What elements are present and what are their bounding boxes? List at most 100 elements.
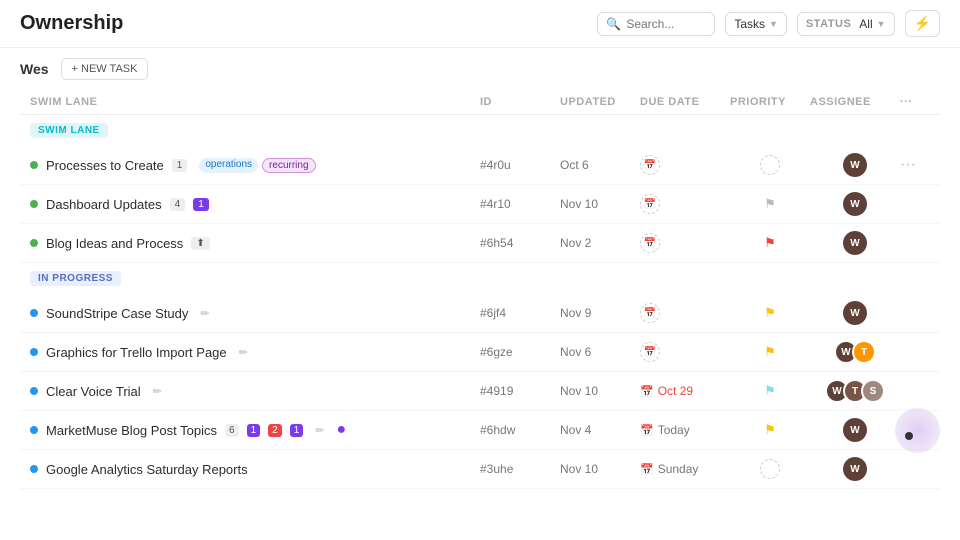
red-flag-icon: ⚑ xyxy=(764,235,776,251)
task-name: Dashboard Updates xyxy=(46,197,162,212)
yellow-flag-icon: ⚑ xyxy=(764,344,776,360)
calendar-icon: 📅 xyxy=(640,385,654,398)
purple-avatar-icon: ● xyxy=(336,421,346,439)
in-progress-badge: IN PROGRESS xyxy=(30,271,121,286)
avatar: S xyxy=(861,379,885,403)
table-row[interactable]: SoundStripe Case Study ✏ #6jf4 Nov 9 📅 ⚑… xyxy=(20,294,940,333)
assignee-cell: W xyxy=(810,231,900,255)
task-name-cell: Google Analytics Saturday Reports xyxy=(30,462,480,477)
updated-date: Oct 6 xyxy=(560,158,640,172)
status-dot xyxy=(30,161,38,169)
flag-icon: ⚑ xyxy=(764,196,776,212)
yellow-flag-icon: ⚑ xyxy=(764,305,776,321)
in-progress-header: IN PROGRESS xyxy=(20,263,940,294)
table-row[interactable]: Clear Voice Trial ✏ #4919 Nov 10 📅 Oct 2… xyxy=(20,372,940,411)
due-date-cell: 📅 Sunday xyxy=(640,462,730,476)
avatar: W xyxy=(843,457,867,481)
due-date-cell: 📅 xyxy=(640,342,730,362)
priority-cell: ⚑ xyxy=(730,344,810,360)
task-name-cell: SoundStripe Case Study ✏ xyxy=(30,306,480,321)
task-id: #4r0u xyxy=(480,158,560,172)
task-name: MarketMuse Blog Post Topics xyxy=(46,423,217,438)
status-dot xyxy=(30,348,38,356)
avatar: W xyxy=(843,301,867,325)
task-id: #6hdw xyxy=(480,423,560,437)
user-name: Wes xyxy=(20,61,49,77)
swim-lane-badge: SWIM LANE xyxy=(30,123,108,138)
task-name-cell: MarketMuse Blog Post Topics 6 1 2 1 ✏ ● xyxy=(30,421,480,439)
avatar: W xyxy=(843,153,867,177)
task-id: #3uhe xyxy=(480,462,560,476)
col-more: ··· xyxy=(900,96,930,108)
assignee-cell: W xyxy=(810,418,900,442)
status-dot xyxy=(30,239,38,247)
filter-button[interactable]: ⚡ xyxy=(905,10,940,37)
task-name-cell: Processes to Create 1 operations recurri… xyxy=(30,158,480,173)
updated-date: Nov 10 xyxy=(560,197,640,211)
table-row[interactable]: Dashboard Updates 4 1 #4r10 Nov 10 📅 ⚑ W xyxy=(20,185,940,224)
search-box[interactable]: 🔍 xyxy=(597,12,715,36)
due-date-text: Today xyxy=(658,423,690,437)
table-row[interactable]: Graphics for Trello Import Page ✏ #6gze … xyxy=(20,333,940,372)
search-input[interactable] xyxy=(626,17,706,31)
col-swimlane: SWIM LANE xyxy=(30,96,480,108)
new-task-button[interactable]: + NEW TASK xyxy=(61,58,149,80)
calendar-icon: 📅 xyxy=(640,155,660,175)
task-name: Graphics for Trello Import Page xyxy=(46,345,227,360)
updated-date: Nov 6 xyxy=(560,345,640,359)
col-assignee: ASSIGNEE xyxy=(810,96,900,108)
table-row[interactable]: Blog Ideas and Process ⬆ #6h54 Nov 2 📅 ⚑… xyxy=(20,224,940,263)
status-label: STATUS xyxy=(806,18,851,30)
swim-lane-header: SWIM LANE xyxy=(20,115,940,146)
task-name: Clear Voice Trial xyxy=(46,384,141,399)
page-title: Ownership xyxy=(20,12,123,35)
user-section: Wes + NEW TASK xyxy=(0,48,960,90)
count-badge-6: 6 xyxy=(225,424,239,437)
table-container: SWIM LANE ID UPDATED DUE DATE PRIORITY A… xyxy=(0,90,960,489)
priority-cell: ⚑ xyxy=(730,383,810,399)
assignee-cell: W xyxy=(810,153,900,177)
task-id: #6jf4 xyxy=(480,306,560,320)
status-dropdown[interactable]: STATUS All ▼ xyxy=(797,12,895,36)
table-row[interactable]: Google Analytics Saturday Reports #3uhe … xyxy=(20,450,940,489)
col-duedate: DUE DATE xyxy=(640,96,730,108)
chevron-down-icon: ▼ xyxy=(769,19,778,29)
due-date-cell: 📅 xyxy=(640,194,730,214)
task-id: #6h54 xyxy=(480,236,560,250)
task-badges: operations recurring xyxy=(199,158,315,173)
more-options[interactable]: ··· xyxy=(900,156,930,174)
due-date-cell: 📅 xyxy=(640,303,730,323)
table-row[interactable]: MarketMuse Blog Post Topics 6 1 2 1 ✏ ● … xyxy=(20,411,940,450)
col-id: ID xyxy=(480,96,560,108)
table-header: SWIM LANE ID UPDATED DUE DATE PRIORITY A… xyxy=(20,90,940,115)
status-dot xyxy=(30,387,38,395)
edit-icon: ✏ xyxy=(153,385,162,398)
avatar: W xyxy=(843,192,867,216)
notif-badge-2: 2 xyxy=(268,424,282,437)
due-date-cell: 📅 Oct 29 xyxy=(640,384,730,398)
priority-cell xyxy=(730,155,810,175)
search-icon: 🔍 xyxy=(606,17,621,31)
decorative-blob xyxy=(895,408,940,453)
avatar-group: W T S xyxy=(825,379,885,403)
table-row[interactable]: Processes to Create 1 operations recurri… xyxy=(20,146,940,185)
task-name: Blog Ideas and Process xyxy=(46,236,183,251)
priority-cell: ⚑ xyxy=(730,235,810,251)
calendar-icon: 📅 xyxy=(640,194,660,214)
edit-icon: ✏ xyxy=(239,346,248,359)
calendar-icon: 📅 xyxy=(640,424,654,437)
status-dot xyxy=(30,200,38,208)
due-date-cell: 📅 xyxy=(640,155,730,175)
edit-icon: ✏ xyxy=(315,424,324,437)
task-id: #4r10 xyxy=(480,197,560,211)
tasks-dropdown[interactable]: Tasks ▼ xyxy=(725,12,787,36)
icon-badge: ⬆ xyxy=(191,237,209,250)
updated-date: Nov 4 xyxy=(560,423,640,437)
operations-badge: operations xyxy=(199,158,258,173)
avatar: W xyxy=(843,418,867,442)
due-date-cell: 📅 Today xyxy=(640,423,730,437)
task-name-cell: Blog Ideas and Process ⬆ xyxy=(30,236,480,251)
priority-dashed-icon xyxy=(760,459,780,479)
chevron-down-icon: ▼ xyxy=(877,19,886,29)
col-priority: PRIORITY xyxy=(730,96,810,108)
